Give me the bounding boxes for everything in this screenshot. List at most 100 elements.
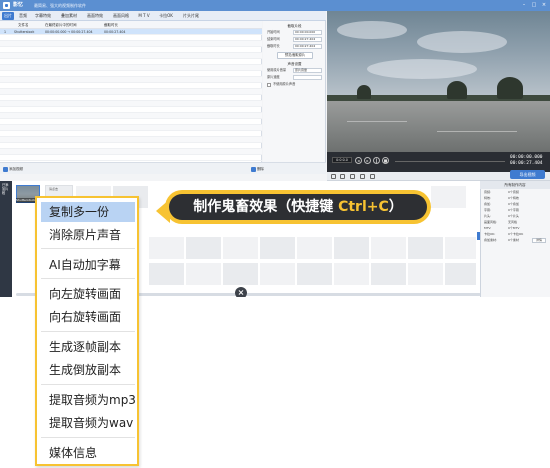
preview-cloud: [417, 31, 507, 53]
timeline-slot[interactable]: [185, 262, 222, 286]
menu-item-extract-mp3[interactable]: 提取音频为mp3: [41, 390, 136, 410]
timeline-slot[interactable]: [370, 262, 407, 286]
timeline-scrubber[interactable]: [395, 161, 505, 162]
tab-mtv[interactable]: M T V: [136, 12, 152, 20]
column-final-time[interactable]: 在最终影片中的时间: [45, 21, 77, 29]
share-icon[interactable]: [370, 174, 375, 179]
timeline-slot[interactable]: [333, 236, 370, 260]
undo-icon[interactable]: [331, 174, 336, 179]
app-slogan: 最简易、强大的视频制作软件: [34, 3, 86, 8]
context-menu: 复制多一份 消除原片声音 AI自动加字幕 向左旋转画面 向右旋转画面 生成逐帧副…: [35, 196, 139, 466]
menu-item-ai-subtitles[interactable]: AI自动加字幕: [41, 255, 135, 275]
summary-title: 所有制作内容: [480, 181, 550, 189]
menu-item-media-info[interactable]: 媒体信息: [41, 443, 135, 463]
timeline-slot[interactable]: [370, 236, 407, 260]
timeline-slot[interactable]: [296, 236, 333, 260]
menu-separator: [41, 248, 135, 249]
preview-tree: [497, 77, 523, 99]
app-logo-icon: [3, 2, 10, 9]
timeline-slot[interactable]: [148, 262, 185, 286]
menu-item-extract-wav[interactable]: 提取音频为wav: [41, 413, 135, 433]
shortcut-tip-text: 制作鬼畜效果（快捷键 Ctrl+C）: [169, 194, 427, 220]
tab-picture-effects[interactable]: 画面特效: [84, 12, 106, 20]
timeline-slot[interactable]: [407, 262, 444, 286]
tab-overlay[interactable]: 叠加素材: [58, 12, 80, 20]
summary-value: 0个音频: [508, 190, 519, 194]
prev-frame-icon[interactable]: ◂: [355, 157, 362, 164]
summary-label: 音频:: [484, 190, 492, 194]
details-button[interactable]: 详情: [532, 238, 546, 243]
timeline-slot[interactable]: [148, 236, 185, 260]
summary-label: 叠加:: [484, 202, 492, 206]
panel-collapse-handle[interactable]: [477, 232, 480, 240]
preview-trim-button[interactable]: 预览/截取原片: [277, 52, 313, 59]
tab-karaoke[interactable]: 卡拉OK: [156, 12, 176, 20]
tip-prefix: 制作鬼畜效果（快捷键: [193, 199, 339, 215]
timeline-slot[interactable]: [259, 236, 296, 260]
stop-icon[interactable]: ■: [382, 157, 389, 164]
timeline-slot[interactable]: [444, 236, 477, 260]
tab-picture-style[interactable]: 画面风格: [110, 12, 132, 20]
summary-label: 画面风格:: [484, 220, 498, 224]
start-time-field[interactable]: 00:00:00.000: [293, 30, 322, 35]
time-input[interactable]: 0:0:0.0: [332, 157, 352, 163]
duration-field[interactable]: 00:00:27.404: [293, 44, 322, 49]
timeline-slot[interactable]: [222, 236, 259, 260]
timeline-slot[interactable]: [430, 185, 467, 209]
timeline-slot[interactable]: [407, 236, 444, 260]
mute-checkbox[interactable]: [267, 83, 271, 87]
timeline-slot[interactable]: [222, 262, 259, 286]
timeline-slot[interactable]: [185, 236, 222, 260]
delete-button[interactable]: 删除: [250, 166, 270, 173]
preview-tree: [447, 81, 467, 99]
list-header: 文件名 在最终影片中的时间 截取时长: [0, 21, 262, 29]
menu-item-rotate-left[interactable]: 向左旋转画面: [41, 284, 135, 304]
menu-item-frame-copy[interactable]: 生成逐帧副本: [41, 337, 135, 357]
tab-subtitle-effects[interactable]: 字幕特效: [32, 12, 54, 20]
menu-item-rotate-right[interactable]: 向右旋转画面: [41, 307, 135, 327]
summary-label: MTV:: [484, 226, 492, 230]
tip-suffix: ）: [388, 199, 403, 215]
column-filename[interactable]: 文件名: [18, 21, 29, 29]
fullscreen-icon[interactable]: [360, 174, 365, 179]
menu-item-remove-audio[interactable]: 消除原片声音: [41, 225, 135, 245]
end-time-field[interactable]: 00:00:27.404: [293, 37, 322, 42]
close-icon[interactable]: ×: [541, 2, 547, 8]
play-icon[interactable]: ▸: [364, 157, 371, 164]
clip-settings-panel: 截取片段 开始时间 00:00:00.000 结束时间 00:00:27.404…: [263, 21, 326, 171]
tab-intro-outro[interactable]: 片头片尾: [180, 12, 202, 20]
summary-value: 0个叠加: [508, 202, 519, 206]
redo-icon[interactable]: [340, 174, 345, 179]
timeline-slot[interactable]: [259, 262, 296, 286]
menu-item-duplicate[interactable]: 复制多一份: [41, 202, 135, 222]
speed-field[interactable]: [293, 75, 322, 80]
summary-value: 0个素材: [508, 238, 519, 242]
timeline-slot[interactable]: [444, 262, 477, 286]
maximize-icon[interactable]: □: [531, 2, 537, 8]
menu-item-reverse-copy[interactable]: 生成倒放副本: [41, 360, 135, 380]
timeline-slot[interactable]: [296, 262, 333, 286]
media-toolbar: 添加视频 删除: [0, 162, 326, 174]
menu-separator: [41, 278, 135, 279]
menu-separator: [41, 437, 135, 438]
add-video-button[interactable]: 添加视频: [2, 166, 32, 173]
export-video-button[interactable]: 导出视频: [510, 170, 545, 179]
preview-lot-line: [347, 121, 407, 122]
tab-video[interactable]: 出片: [2, 12, 14, 20]
volume-label: 使用原片音量: [267, 68, 287, 72]
summary-label: 卡拉OK:: [484, 232, 496, 236]
camera-icon[interactable]: [350, 174, 355, 179]
empty-row: [0, 155, 262, 161]
mute-label: 不使用原片声音: [273, 82, 296, 86]
column-duration[interactable]: 截取时长: [104, 21, 118, 29]
duration-label: 截取时长: [267, 44, 280, 48]
summary-value: 无风格: [508, 220, 518, 224]
close-icon[interactable]: ×: [235, 287, 247, 297]
preview-cloud: [337, 21, 407, 39]
volume-select[interactable]: 原片音量: [293, 68, 322, 73]
tab-audio[interactable]: 音频: [17, 12, 29, 20]
preview-ground: [327, 101, 550, 152]
pause-icon[interactable]: ‖: [373, 157, 380, 164]
minimize-icon[interactable]: –: [521, 2, 527, 8]
timeline-slot[interactable]: [333, 262, 370, 286]
